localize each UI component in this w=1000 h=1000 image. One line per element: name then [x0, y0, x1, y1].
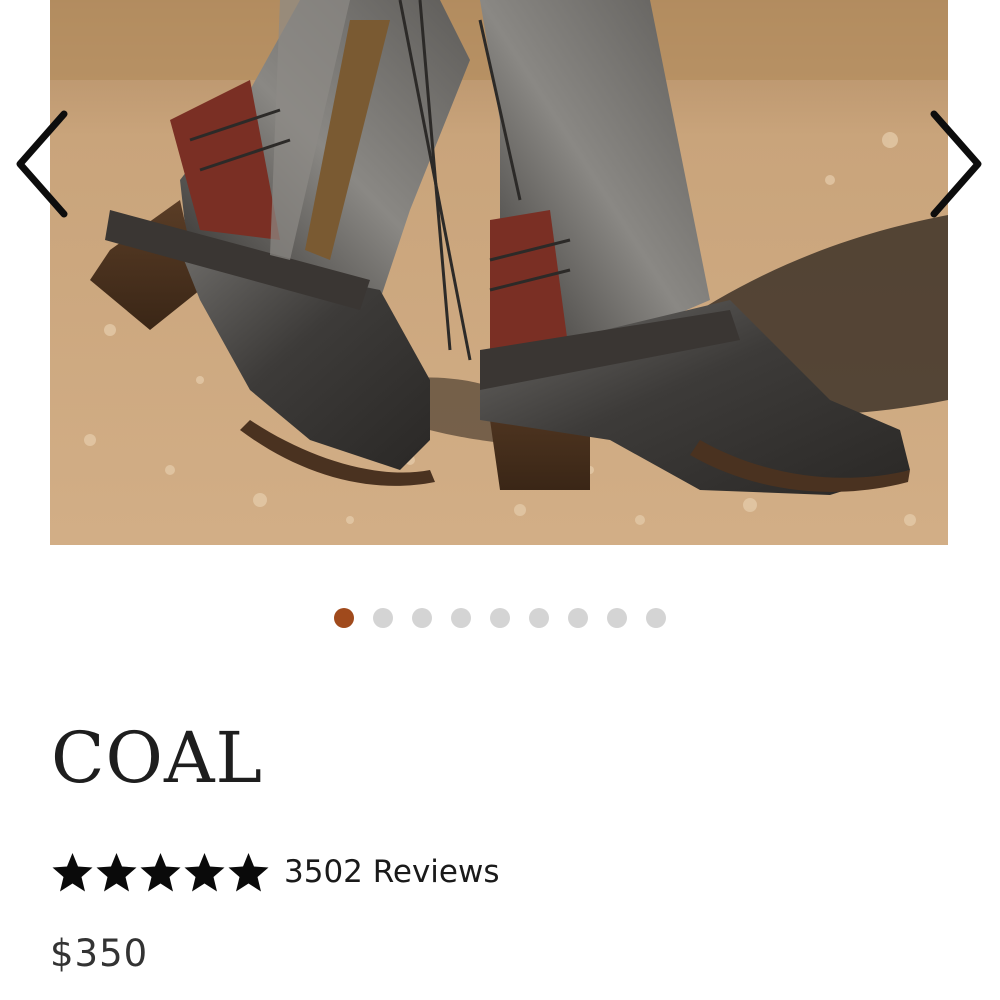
star-icon [52, 852, 93, 891]
product-price: $350 [50, 932, 149, 975]
boots-photo [50, 0, 948, 545]
carousel-dot-3[interactable] [412, 608, 432, 628]
chevron-left-icon [16, 110, 68, 218]
reviews-link[interactable]: 3502 Reviews [284, 854, 500, 890]
star-icon [228, 852, 269, 891]
carousel-dot-6[interactable] [529, 608, 549, 628]
image-carousel [0, 0, 1000, 628]
product-page: COAL 3502 Reviews $350 [0, 0, 1000, 1000]
carousel-dot-1[interactable] [334, 608, 354, 628]
carousel-dot-9[interactable] [646, 608, 666, 628]
star-icon [96, 852, 137, 891]
carousel-pagination [0, 608, 1000, 628]
carousel-dot-2[interactable] [373, 608, 393, 628]
star-icon [184, 852, 225, 891]
carousel-dot-7[interactable] [568, 608, 588, 628]
product-image[interactable] [50, 0, 948, 545]
carousel-dot-8[interactable] [607, 608, 627, 628]
product-rating: 3502 Reviews [51, 848, 500, 896]
prev-image-button[interactable] [10, 108, 70, 220]
carousel-dot-4[interactable] [451, 608, 471, 628]
chevron-right-icon [930, 110, 982, 218]
product-title: COAL [51, 717, 263, 799]
carousel-dot-5[interactable] [490, 608, 510, 628]
next-image-button[interactable] [928, 108, 988, 220]
star-icon [140, 852, 181, 891]
rating-stars[interactable] [51, 851, 270, 894]
